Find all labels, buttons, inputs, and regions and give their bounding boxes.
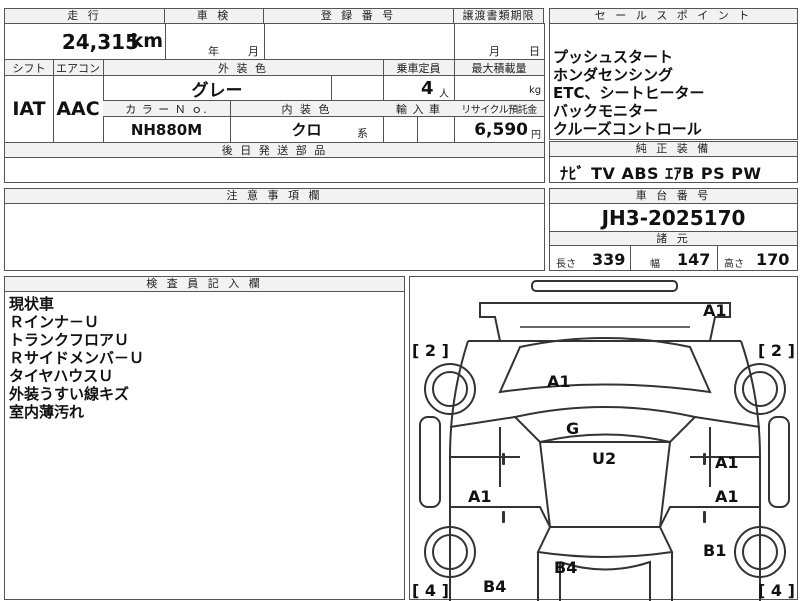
- sales-point-item: クルーズコントロール: [553, 120, 702, 138]
- max-load-unit: kg: [529, 85, 542, 96]
- mark-roof-u2: U2: [592, 449, 617, 468]
- mark-right-front-door: A1: [715, 453, 739, 472]
- transfer-label: 譲渡書類期限: [454, 9, 543, 24]
- tire-left-rear-label: [ 4 ]: [412, 581, 449, 600]
- mileage-value: 24,315: [61, 30, 139, 54]
- inspector-label: 検 査 員 記 入 欄: [5, 277, 404, 292]
- mileage-cell: 24,315 km: [5, 24, 165, 59]
- height-label: 高さ: [724, 259, 744, 270]
- mark-roof-g: G: [566, 419, 580, 438]
- capacity-value: 4: [421, 78, 434, 99]
- interior-color-label: 内 装 色: [281, 102, 332, 116]
- reg-header: 登 録 番 号: [263, 8, 454, 24]
- sales-point-item: ETC、シートヒーター: [553, 84, 705, 102]
- mark-rear-left: B4: [483, 577, 507, 596]
- recycle-fee-value: 6,590: [474, 120, 528, 140]
- mark-rear-center: B4: [554, 558, 578, 577]
- notes-label: 注 意 事 項 欄: [5, 189, 544, 204]
- mark-right-rear-door: A1: [715, 487, 739, 506]
- later-parts-label: 後 日 発 送 部 品: [221, 144, 328, 157]
- color-no-value: NH880M: [130, 120, 203, 139]
- sales-points-list: プッシュスタート ホンダセンシング ETC、シートヒーター バックモニター クル…: [553, 48, 705, 138]
- reg-label: 登 録 番 号: [264, 9, 453, 24]
- shaken-header: 車 検: [164, 8, 264, 24]
- transfer-month-unit: 月: [489, 45, 500, 58]
- max-load-label: 最大積載量: [471, 61, 527, 75]
- capacity-label: 乗車定員: [396, 61, 441, 75]
- mark-front-top: A1: [703, 301, 727, 320]
- sales-point-item: バックモニター: [553, 102, 659, 120]
- color-no-label: カ ラ ー Ｎ ｏ.: [125, 102, 208, 116]
- mark-right-rear-fender: B1: [703, 541, 727, 560]
- mileage-unit: km: [130, 30, 163, 52]
- vehicle-info-table: 24,315 km 年 月 月 日 シフト エアコン 外 装 色 乗車定員 最大…: [4, 23, 545, 183]
- car-diagram-box: [ 2 ] [ 2 ] [ 4 ] [ 4 ] A1 A1 G U2 A1 A1…: [409, 276, 798, 601]
- mark-hood: A1: [547, 372, 571, 391]
- shift-label: シフト: [12, 61, 46, 75]
- notes-box: 注 意 事 項 欄: [4, 188, 545, 271]
- equipment-box: 純 正 装 備 ﾅﾋﾞ TV ABS ｴｱB PS PW: [549, 141, 798, 183]
- sales-point-item: プッシュスタート: [553, 48, 674, 66]
- inspector-note: 現状車: [9, 295, 55, 313]
- equipment-value: ﾅﾋﾞ TV ABS ｴｱB PS PW: [560, 164, 762, 183]
- equipment-label: 純 正 装 備: [550, 142, 797, 157]
- length-label: 長さ: [556, 259, 576, 270]
- shift-value: IAT: [12, 98, 46, 120]
- inspector-notes-list: 現状車 Ｒインナ－Ｕ トランクフロアＵ Ｒサイドメンバ－Ｕ タイヤハウスＵ 外装…: [9, 295, 144, 421]
- transfer-day-unit: 日: [529, 45, 540, 58]
- inspector-note: Ｒサイドメンバ－Ｕ: [9, 349, 145, 367]
- shaken-month-unit: 月: [248, 45, 259, 58]
- inspector-note: タイヤハウスＵ: [9, 367, 114, 385]
- specs-label: 諸 元: [550, 231, 797, 246]
- recycle-label: リサイクル預託金: [461, 105, 537, 116]
- import-label: 輸 入 車: [396, 102, 441, 116]
- car-diagram: [419, 280, 790, 601]
- aircon-label: エアコン: [56, 61, 100, 75]
- transfer-header: 譲渡書類期限: [453, 8, 544, 24]
- width-value: 147: [677, 250, 711, 269]
- length-value: 339: [592, 250, 626, 269]
- tire-right-rear-label: [ 4 ]: [758, 581, 795, 600]
- chassis-label: 車 台 番 号: [550, 189, 797, 204]
- sales-points-label: セ ー ル ス ポ イ ン ト: [550, 9, 797, 24]
- aircon-value: AAC: [56, 98, 100, 120]
- exterior-color-label: 外 装 色: [218, 61, 268, 75]
- inspector-note: 外装うすい線キズ: [9, 385, 130, 403]
- chassis-box: 車 台 番 号 JH3-2025170 諸 元 長さ 339 幅 147 高さ …: [549, 188, 798, 271]
- exterior-color-value: グレー: [191, 80, 243, 101]
- inspector-note: 室内薄汚れ: [9, 403, 85, 421]
- sales-points-box: セ ー ル ス ポ イ ン ト プッシュスタート ホンダセンシング ETC、シー…: [549, 8, 798, 140]
- shaken-label: 車 検: [165, 9, 263, 24]
- mileage-header: 走 行: [4, 8, 165, 24]
- inspector-note: トランクフロアＵ: [9, 331, 130, 349]
- recycle-fee-unit: 円: [531, 130, 541, 141]
- capacity-unit: 人: [439, 89, 449, 100]
- inspector-box: 検 査 員 記 入 欄 現状車 Ｒインナ－Ｕ トランクフロアＵ Ｒサイドメンバ－…: [4, 276, 405, 600]
- mark-left-door: A1: [468, 487, 492, 506]
- inspector-note: Ｒインナ－Ｕ: [9, 313, 100, 331]
- sales-point-item: ホンダセンシング: [553, 66, 674, 84]
- mileage-label: 走 行: [5, 9, 164, 24]
- tire-left-front-label: [ 2 ]: [412, 341, 449, 360]
- tire-right-front-label: [ 2 ]: [758, 341, 795, 360]
- interior-color-suffix: 系: [357, 127, 368, 140]
- shaken-year-unit: 年: [208, 45, 219, 58]
- chassis-no-value: JH3-2025170: [601, 205, 746, 230]
- height-value: 170: [756, 250, 790, 269]
- width-label: 幅: [650, 259, 660, 270]
